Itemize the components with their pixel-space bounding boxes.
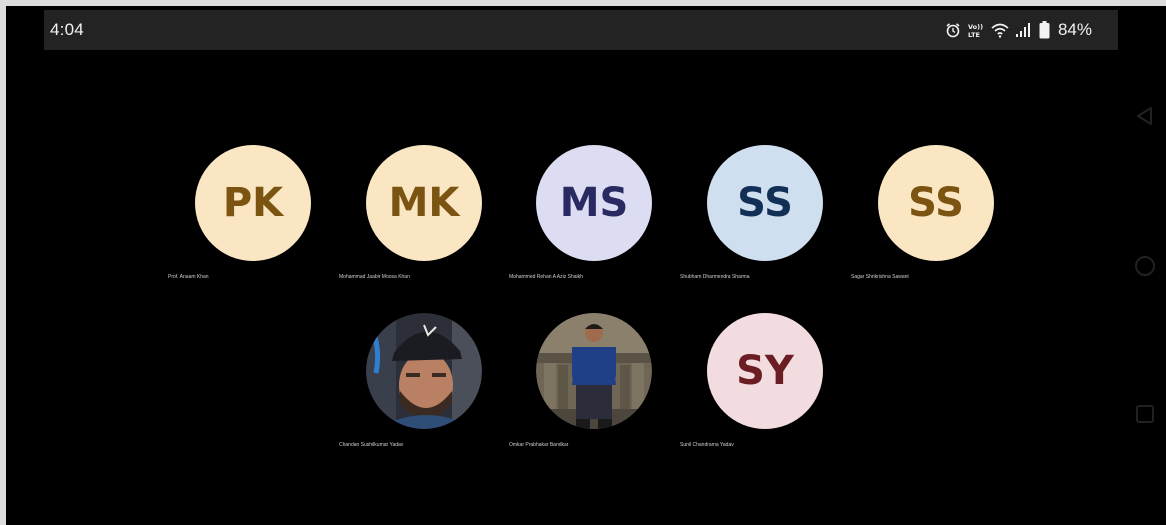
initials-avatar: MS [536, 145, 652, 261]
participant-name: Prof. Anaam Khan [168, 274, 209, 280]
participant-name: Chandan Sushilkumar Yadav [339, 442, 404, 448]
svg-text:LTE: LTE [968, 31, 980, 38]
avatar: SS [878, 145, 994, 261]
initials-avatar: SY [707, 313, 823, 429]
participant-tile[interactable]: SY Sunil Chandrama Yadav [680, 313, 850, 448]
initials-avatar: PK [195, 145, 311, 261]
participant-tile[interactable]: SS Sagar Shrikrishna Sawant [851, 145, 1021, 280]
avatar: MK [366, 145, 482, 261]
alarm-icon [945, 22, 961, 38]
avatar: MS [536, 145, 652, 261]
avatar: SS [707, 145, 823, 261]
status-bar: 4:04 Vo)) LTE 84% [44, 10, 1118, 50]
profile-photo [536, 313, 652, 429]
back-triangle-icon [1137, 107, 1152, 125]
avatar [366, 313, 482, 429]
back-button[interactable] [1130, 101, 1160, 131]
home-button[interactable] [1130, 251, 1160, 281]
participant-tile[interactable]: SS Shubham Dharmendra Sharma [680, 145, 850, 280]
profile-photo [366, 313, 482, 429]
participant-name: Mohammad Jaabir Moosa Khan [339, 274, 410, 280]
recents-square-icon [1136, 405, 1154, 423]
battery-percent: 84% [1057, 20, 1092, 39]
participant-tile[interactable]: Omkar Prabhakar Bandkar [509, 313, 679, 448]
participant-tile[interactable]: MK Mohammad Jaabir Moosa Khan [339, 145, 509, 280]
participant-name: Shubham Dharmendra Sharma [680, 274, 750, 280]
participant-tile[interactable]: PK Prof. Anaam Khan [168, 145, 338, 280]
initials-avatar: SS [707, 145, 823, 261]
participant-name: Mohammed Rehan A Aziz Shaikh [509, 274, 583, 280]
participant-name: Omkar Prabhakar Bandkar [509, 442, 569, 448]
participant-tile[interactable]: MS Mohammed Rehan A Aziz Shaikh [509, 145, 679, 280]
meeting-screen [6, 6, 1166, 525]
home-circle-icon [1135, 256, 1155, 276]
participant-name: Sagar Shrikrishna Sawant [851, 274, 909, 280]
avatar: SY [707, 313, 823, 429]
cell-signal-icon [1015, 22, 1033, 38]
volte-icon: Vo)) LTE [967, 22, 985, 38]
initials-avatar: MK [366, 145, 482, 261]
wifi-icon [991, 22, 1009, 38]
initials-avatar: SS [878, 145, 994, 261]
avatar [536, 313, 652, 429]
participant-name: Sunil Chandrama Yadav [680, 442, 734, 448]
recents-button[interactable] [1130, 399, 1160, 429]
status-icons: Vo)) LTE 84% [945, 18, 1092, 42]
participant-tile[interactable]: Chandan Sushilkumar Yadav [339, 313, 509, 448]
status-time: 4:04 [50, 20, 84, 39]
svg-text:Vo)): Vo)) [968, 23, 983, 31]
battery-icon [1039, 21, 1050, 39]
avatar: PK [195, 145, 311, 261]
